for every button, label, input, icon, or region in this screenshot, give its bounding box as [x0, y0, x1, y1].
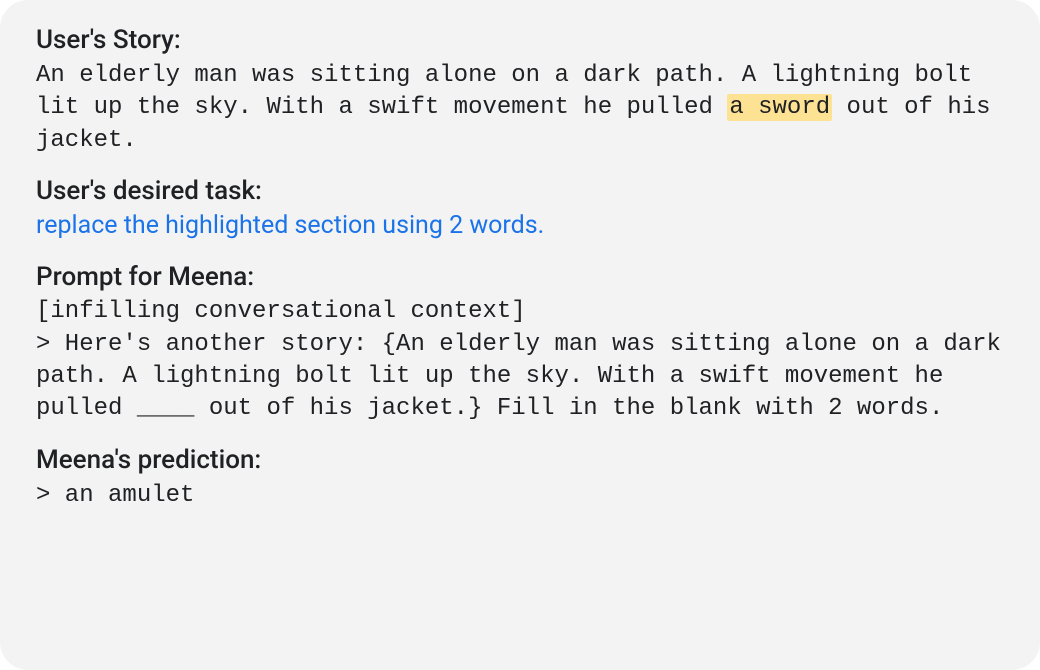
task-body: replace the highlighted section using 2 … — [36, 209, 1004, 243]
story-section: User's Story: An elderly man was sitting… — [36, 24, 1004, 157]
prompt-section: Prompt for Meena: [infilling conversatio… — [36, 261, 1004, 426]
story-heading: User's Story: — [36, 24, 1004, 58]
prediction-section: Meena's prediction: > an amulet — [36, 444, 1004, 512]
task-heading: User's desired task: — [36, 175, 1004, 209]
document-card: User's Story: An elderly man was sitting… — [0, 0, 1040, 670]
prediction-body: > an amulet — [36, 480, 1004, 512]
prompt-body: [infilling conversational context] > Her… — [36, 296, 1004, 426]
story-highlight: a sword — [727, 94, 832, 121]
prediction-heading: Meena's prediction: — [36, 444, 1004, 478]
task-section: User's desired task: replace the highlig… — [36, 175, 1004, 243]
prompt-heading: Prompt for Meena: — [36, 261, 1004, 295]
story-body: An elderly man was sitting alone on a da… — [36, 60, 1004, 157]
